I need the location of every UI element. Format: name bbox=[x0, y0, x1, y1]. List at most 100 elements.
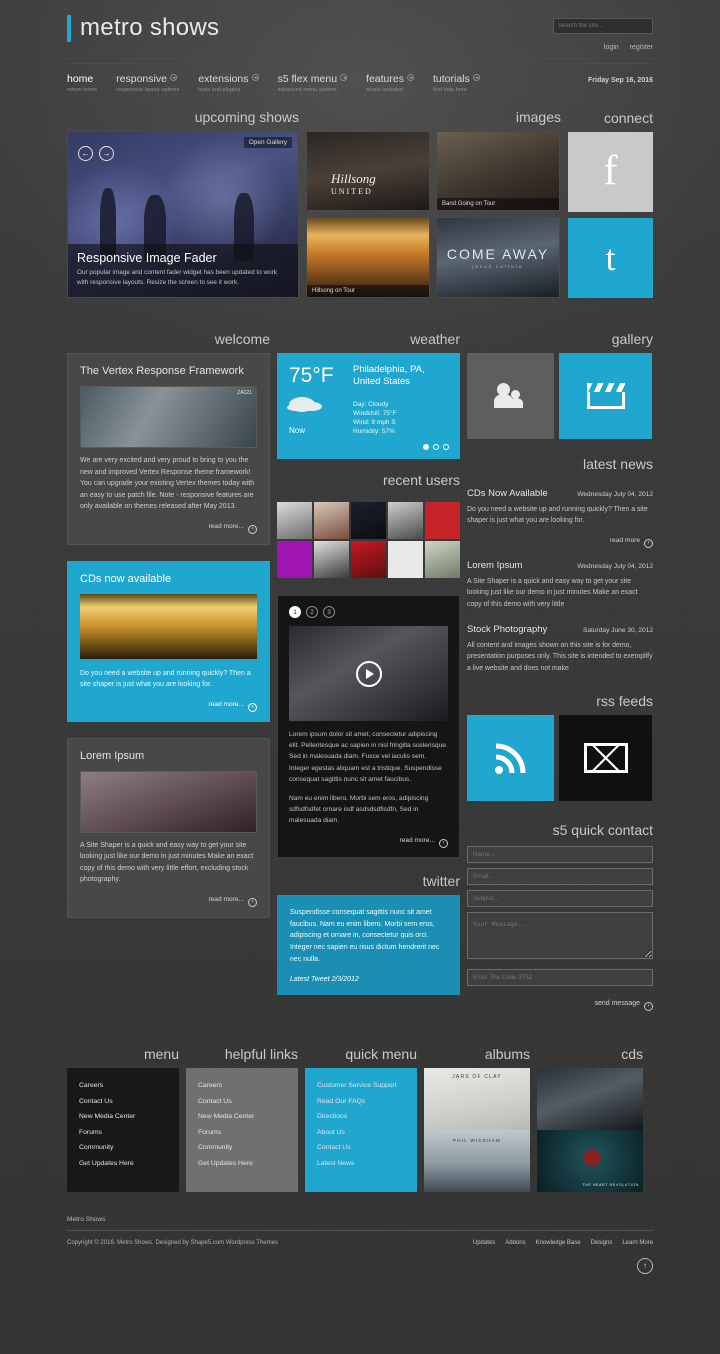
contact-code-input[interactable] bbox=[467, 969, 653, 987]
video-slide-1[interactable]: 1 bbox=[289, 606, 301, 618]
footer-link[interactable]: Contact Us bbox=[198, 1098, 286, 1105]
footer-link[interactable]: About Us bbox=[317, 1129, 405, 1136]
facebook-button[interactable]: f bbox=[568, 132, 653, 212]
footer-link[interactable]: Careers bbox=[79, 1082, 167, 1089]
nav-item-features[interactable]: features whats included bbox=[366, 73, 414, 93]
site-logo[interactable]: metro shows bbox=[67, 14, 219, 42]
play-icon[interactable] bbox=[355, 660, 382, 687]
cd-cover-band[interactable] bbox=[537, 1068, 643, 1131]
nav-item-extensions[interactable]: extensions tools and plugins bbox=[198, 73, 259, 93]
fader-next-button[interactable]: → bbox=[99, 146, 114, 161]
tile-band-going-on-tour[interactable]: Band Going on Tour bbox=[436, 131, 560, 211]
cd-cover-heart-revolution[interactable] bbox=[537, 1130, 643, 1193]
footer-link[interactable]: New Media Center bbox=[198, 1113, 286, 1120]
login-link[interactable]: login bbox=[604, 44, 619, 51]
footer-bottom-link[interactable]: Addons bbox=[505, 1240, 525, 1246]
video-slide-2[interactable]: 2 bbox=[306, 606, 318, 618]
footer-link[interactable]: Get Updates Here bbox=[198, 1160, 286, 1167]
nav-item-s5-flex-menu[interactable]: s5 flex menu advanced menu system bbox=[278, 73, 348, 93]
user-avatar[interactable] bbox=[425, 502, 460, 539]
section-title-weather: weather bbox=[410, 331, 460, 347]
twitter-icon: t bbox=[605, 237, 616, 278]
welcome-read-more[interactable]: read more... › bbox=[80, 523, 257, 534]
contact-name-input[interactable] bbox=[467, 846, 653, 864]
nav-desc: tools and plugins bbox=[198, 87, 241, 93]
weather-dot-2[interactable] bbox=[433, 444, 439, 450]
tile-hillsong-logo: Hillsong UNITED bbox=[331, 171, 376, 196]
section-title-menu: menu bbox=[143, 1046, 179, 1063]
user-avatar[interactable] bbox=[277, 541, 312, 578]
send-message-button[interactable]: send message › bbox=[467, 1000, 653, 1012]
twitter-button[interactable]: t bbox=[568, 218, 653, 298]
weather-details: Day: Cloudy Windchill: 75°F Wind: 9 mph … bbox=[353, 401, 448, 435]
lorem-panel-thumbnail[interactable] bbox=[80, 770, 257, 833]
image-fader[interactable]: ← → Open Gallery Responsive Image Fader … bbox=[67, 131, 299, 298]
news-title[interactable]: CDs Now Available bbox=[467, 488, 548, 499]
video-slide-3[interactable]: 3 bbox=[323, 606, 335, 618]
footer-link[interactable]: Latest News bbox=[317, 1160, 405, 1167]
tile-hillsong-on-tour[interactable]: Hillsong on Tour bbox=[306, 217, 430, 298]
user-avatar[interactable] bbox=[425, 541, 460, 578]
footer-bottom-link[interactable]: Designs bbox=[591, 1240, 613, 1246]
contact-message-input[interactable] bbox=[467, 912, 653, 960]
news-read-more[interactable]: read more › bbox=[467, 537, 653, 548]
welcome-body: We are very excited and very proud to br… bbox=[80, 457, 255, 511]
user-avatar[interactable] bbox=[388, 502, 423, 539]
nav-item-responsive[interactable]: responsive responsive layout options bbox=[116, 73, 179, 93]
rss-button[interactable] bbox=[467, 715, 554, 802]
footer-link[interactable]: Contact Us bbox=[317, 1144, 405, 1151]
tile-come-away[interactable]: COME AWAY jesus culture bbox=[436, 217, 560, 298]
news-title[interactable]: Stock Photography bbox=[467, 624, 547, 635]
footer-link[interactable]: Get Updates Here bbox=[79, 1160, 167, 1167]
footer-link[interactable]: Careers bbox=[198, 1082, 286, 1089]
video-thumbnail[interactable] bbox=[289, 626, 448, 721]
footer-link[interactable]: Read Our FAQs bbox=[317, 1098, 405, 1105]
footer-link[interactable]: Forums bbox=[198, 1129, 286, 1136]
user-avatar[interactable] bbox=[314, 502, 349, 539]
album-cover-phil-wickham[interactable] bbox=[424, 1130, 530, 1193]
footer-bottom-link[interactable]: Knowledge Base bbox=[536, 1240, 581, 1246]
video-read-more[interactable]: read more... › bbox=[289, 837, 448, 848]
tile-hillsong-united[interactable]: Hillsong UNITED bbox=[306, 131, 430, 211]
user-avatar[interactable] bbox=[314, 541, 349, 578]
contact-email-input[interactable] bbox=[467, 868, 653, 886]
footer-link[interactable]: Community bbox=[79, 1144, 167, 1151]
album-cover-jars-of-clay[interactable] bbox=[424, 1068, 530, 1131]
nav-item-home[interactable]: home return home bbox=[67, 73, 97, 93]
footer-link[interactable]: Customer Service Support bbox=[317, 1082, 405, 1089]
news-header: Stock Photography Saturday June 30, 2012 bbox=[467, 624, 653, 635]
weather-dot-1[interactable] bbox=[423, 444, 429, 450]
user-avatar[interactable] bbox=[388, 541, 423, 578]
users-tile[interactable] bbox=[467, 353, 554, 439]
news-date: Wednesday July 04, 2012 bbox=[577, 562, 653, 570]
chevron-down-icon bbox=[169, 74, 177, 81]
nav-label: extensions bbox=[198, 73, 259, 85]
cd-panel-read-more[interactable]: read more... › bbox=[80, 701, 257, 712]
lorem-panel-read-more[interactable]: read more... › bbox=[80, 896, 257, 908]
open-gallery-button[interactable]: Open Gallery bbox=[243, 137, 292, 148]
footer-bottom-link[interactable]: Learn More bbox=[622, 1240, 653, 1246]
footer-link[interactable]: Forums bbox=[79, 1129, 167, 1136]
scroll-to-top-button[interactable]: ↑ bbox=[67, 1255, 653, 1275]
weather-dot-3[interactable] bbox=[443, 444, 449, 450]
user-avatar[interactable] bbox=[351, 541, 386, 578]
gallery-tile[interactable] bbox=[559, 353, 652, 439]
welcome-thumbnail[interactable] bbox=[80, 386, 257, 448]
footer-link[interactable]: Directions bbox=[317, 1113, 405, 1120]
search-input[interactable] bbox=[553, 18, 653, 34]
nav-item-tutorials[interactable]: tutorials find help here bbox=[433, 73, 480, 93]
news-title[interactable]: Lorem Ipsum bbox=[467, 560, 522, 571]
footer-link[interactable]: Contact Us bbox=[79, 1098, 167, 1105]
cd-panel-image[interactable] bbox=[80, 593, 257, 659]
footer-albums-column: albums bbox=[424, 1047, 530, 1193]
email-button[interactable] bbox=[559, 715, 652, 802]
contact-subject-input[interactable] bbox=[467, 890, 653, 908]
footer-link[interactable]: Community bbox=[198, 1144, 286, 1151]
footer-link[interactable]: New Media Center bbox=[79, 1113, 167, 1120]
register-link[interactable]: register bbox=[630, 44, 653, 51]
user-avatar[interactable] bbox=[351, 502, 386, 539]
fader-prev-button[interactable]: ← bbox=[78, 146, 93, 161]
user-avatar[interactable] bbox=[277, 502, 312, 539]
footer-helpful-links-box: Careers Contact Us New Media Center Foru… bbox=[186, 1068, 298, 1193]
footer-bottom-link[interactable]: Updates bbox=[473, 1240, 495, 1246]
